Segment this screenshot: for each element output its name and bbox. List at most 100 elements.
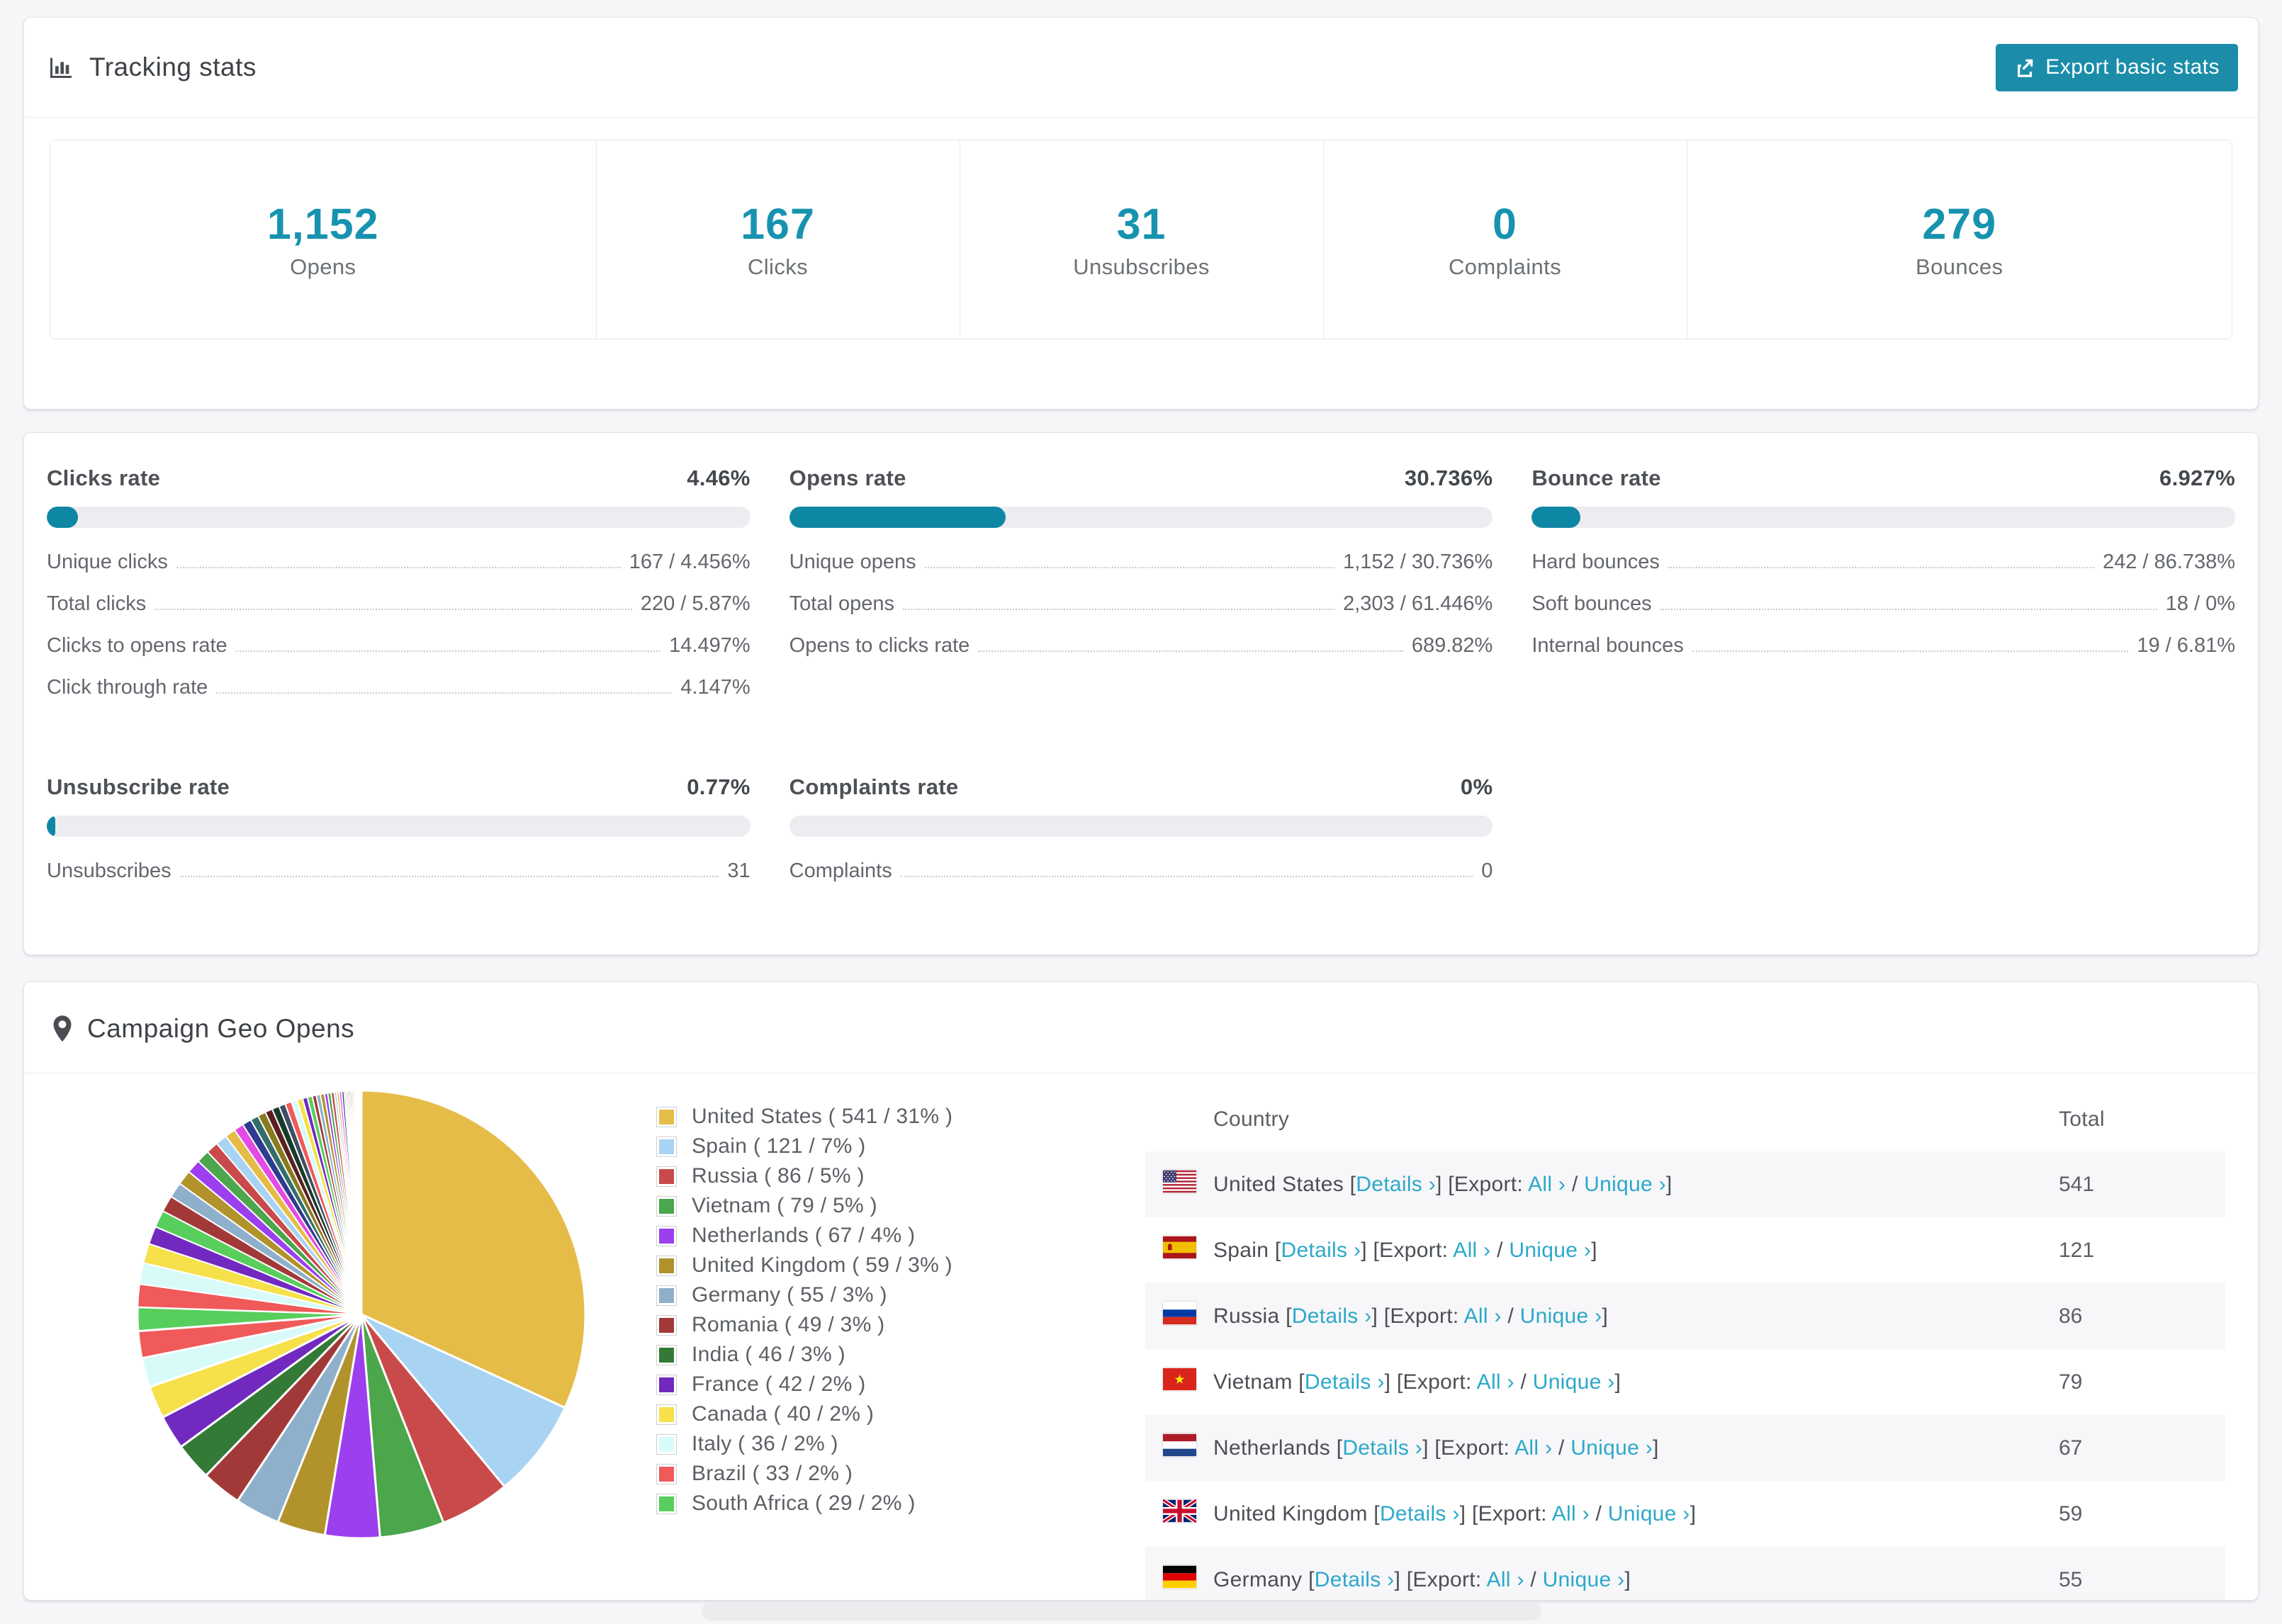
legend-item[interactable]: Canada ( 40 / 2% )	[656, 1399, 1081, 1429]
rate-value: 4.46%	[687, 466, 751, 490]
details-link[interactable]: Details ›	[1380, 1502, 1460, 1526]
rate-row: Complaints 0	[789, 859, 1493, 901]
rate-row-label: Complaints	[789, 859, 892, 882]
slash-text: /	[1501, 1304, 1520, 1328]
legend-item[interactable]: Russia ( 86 / 5% )	[656, 1161, 1081, 1191]
details-link[interactable]: Details ›	[1356, 1173, 1436, 1196]
stat-tile-bounces: 279 Bounces	[1686, 140, 2232, 339]
rate-row-label: Hard bounces	[1531, 551, 1660, 573]
flag-icon-us	[1163, 1170, 1196, 1193]
bracket-text: ]	[1614, 1370, 1621, 1394]
rate-row-value: 1,152 / 30.736%	[1343, 551, 1493, 573]
kpi-tiles: 1,152 Opens 167 Clicks 31 Unsubscribes 0 Compla…	[50, 140, 2232, 339]
stat-label: Complaints	[1448, 254, 1562, 279]
slash-text: /	[1514, 1370, 1533, 1394]
rate-header: Bounce rate 6.927%	[1531, 466, 2235, 491]
rate-row-value: 0	[1481, 859, 1493, 882]
geo-pie-wrap	[135, 1088, 588, 1545]
bracket-text: ] [Export:	[1436, 1172, 1529, 1196]
geo-title: Campaign Geo Opens	[52, 1014, 354, 1044]
country-line: Germany [Details ›] [Export: All › / Uni…	[1213, 1568, 1631, 1591]
export-unique-link[interactable]: Unique ›	[1543, 1568, 1625, 1591]
slash-text: /	[1552, 1436, 1571, 1460]
stat-value: 31	[1116, 200, 1167, 248]
legend-item[interactable]: Italy ( 36 / 2% )	[656, 1429, 1081, 1459]
tracking-stats-title-text: Tracking stats	[89, 52, 257, 81]
header-divider	[24, 117, 2258, 118]
bracket-text: ] [Export:	[1459, 1501, 1552, 1526]
slash-text: /	[1566, 1172, 1585, 1196]
dotted-leader	[900, 876, 1473, 877]
bracket-text: ] [Export:	[1361, 1238, 1454, 1262]
country-name: Netherlands	[1213, 1436, 1337, 1460]
stat-value: 0	[1493, 200, 1517, 248]
country-name: Spain	[1213, 1238, 1275, 1262]
details-link[interactable]: Details ›	[1305, 1370, 1385, 1394]
export-all-link[interactable]: All ›	[1487, 1568, 1524, 1591]
export-unique-link[interactable]: Unique ›	[1509, 1239, 1591, 1262]
tracking-stats-card: Tracking stats Export basic stats 1,152 O…	[23, 17, 2259, 410]
flag-cell	[1145, 1217, 1213, 1283]
dotted-leader	[924, 567, 1335, 568]
country-name: Russia	[1213, 1304, 1286, 1328]
bracket-text: ] [Export:	[1371, 1304, 1464, 1328]
details-link[interactable]: Details ›	[1292, 1304, 1372, 1328]
total-cell: 59	[2059, 1501, 2083, 1526]
details-link[interactable]: Details ›	[1342, 1436, 1422, 1460]
legend-item[interactable]: Netherlands ( 67 / 4% )	[656, 1221, 1081, 1251]
flag-cell	[1145, 1151, 1213, 1217]
rate-row: Unique clicks 167 / 4.456%	[47, 551, 751, 592]
export-all-link[interactable]: All ›	[1528, 1173, 1566, 1196]
bracket-text: [	[1274, 1238, 1281, 1262]
export-all-link[interactable]: All ›	[1514, 1436, 1552, 1460]
legend-item[interactable]: Germany ( 55 / 3% )	[656, 1280, 1081, 1310]
dotted-leader	[154, 609, 632, 610]
export-basic-stats-button[interactable]: Export basic stats	[1996, 43, 2238, 91]
stat-tile-clicks: 167 Clicks	[595, 140, 960, 339]
geo-table: Country Total United States [Details ›] …	[1145, 1088, 2225, 1600]
rate-row: Total opens 2,303 / 61.446%	[789, 592, 1493, 634]
legend-item[interactable]: France ( 42 / 2% )	[656, 1370, 1081, 1399]
export-all-link[interactable]: All ›	[1552, 1502, 1590, 1526]
rate-row: Opens to clicks rate 689.82%	[789, 634, 1493, 676]
legend-swatch-icon	[656, 1344, 677, 1365]
legend-swatch-icon	[656, 1106, 677, 1127]
rate-block-complaints-rate: Complaints rate 0% Complaints 0	[789, 774, 1493, 901]
rate-row-label: Click through rate	[47, 676, 208, 699]
rate-row-value: 14.497%	[669, 634, 751, 657]
flag-cell	[1145, 1547, 1213, 1600]
legend-item[interactable]: Spain ( 121 / 7% )	[656, 1132, 1081, 1161]
dotted-leader	[1668, 567, 2094, 568]
legend-item[interactable]: United States ( 541 / 31% )	[656, 1102, 1081, 1132]
legend-item[interactable]: Vietnam ( 79 / 5% )	[656, 1191, 1081, 1221]
export-unique-link[interactable]: Unique ›	[1520, 1304, 1602, 1328]
stat-label: Opens	[290, 254, 356, 279]
rate-row-label: Clicks to opens rate	[47, 634, 227, 657]
horizontal-scrollbar[interactable]	[702, 1602, 1541, 1620]
export-unique-link[interactable]: Unique ›	[1570, 1436, 1653, 1460]
legend-swatch-icon	[656, 1463, 677, 1484]
legend-item[interactable]: Romania ( 49 / 3% )	[656, 1310, 1081, 1340]
rate-row-value: 689.82%	[1411, 634, 1493, 657]
legend-item[interactable]: United Kingdom ( 59 / 3% )	[656, 1251, 1081, 1280]
legend-item[interactable]: India ( 46 / 3% )	[656, 1340, 1081, 1370]
rate-rows: Unsubscribes 31	[47, 859, 751, 901]
export-unique-link[interactable]: Unique ›	[1584, 1173, 1666, 1196]
total-cell: 55	[2059, 1567, 2083, 1591]
export-all-link[interactable]: All ›	[1453, 1239, 1490, 1262]
export-unique-link[interactable]: Unique ›	[1533, 1370, 1615, 1394]
export-all-link[interactable]: All ›	[1477, 1370, 1514, 1394]
legend-label: United Kingdom ( 59 / 3% )	[692, 1253, 952, 1277]
export-all-link[interactable]: All ›	[1464, 1304, 1502, 1328]
details-link[interactable]: Details ›	[1281, 1239, 1361, 1262]
legend-item[interactable]: Brazil ( 33 / 2% )	[656, 1459, 1081, 1489]
details-link[interactable]: Details ›	[1315, 1568, 1395, 1591]
bracket-text: [	[1298, 1370, 1305, 1394]
progress-track	[1531, 507, 2235, 528]
rate-title: Complaints rate	[789, 774, 959, 799]
rate-row-value: 242 / 86.738%	[2102, 551, 2235, 573]
legend-swatch-icon	[656, 1285, 677, 1306]
legend-item[interactable]: South Africa ( 29 / 2% )	[656, 1489, 1081, 1518]
export-unique-link[interactable]: Unique ›	[1608, 1502, 1690, 1526]
legend-swatch-icon	[656, 1404, 677, 1425]
